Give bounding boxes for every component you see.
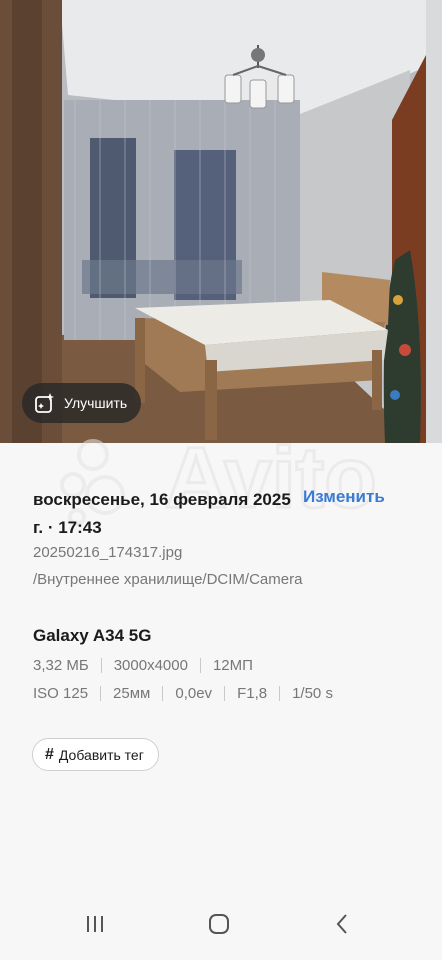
file-name: 20250216_174317.jpg xyxy=(33,544,183,561)
divider xyxy=(199,658,201,673)
exposure: 0,0ev xyxy=(175,685,213,702)
system-nav-bar xyxy=(0,895,442,960)
shutter-speed: 1/50 s xyxy=(292,685,333,702)
photo-preview[interactable]: Улучшить xyxy=(0,0,442,443)
sparkle-frame-icon xyxy=(34,392,56,414)
camera-meta-row: ISO 125 25мм 0,0ev F1,8 1/50 s xyxy=(33,685,333,702)
file-size: 3,32 МБ xyxy=(33,657,89,674)
hash-icon: # xyxy=(45,745,54,763)
edit-button[interactable]: Изменить xyxy=(303,486,385,508)
back-icon xyxy=(336,914,347,934)
add-tag-label: Добавить тег xyxy=(58,746,144,763)
aperture: F1,8 xyxy=(237,685,268,702)
date-time: воскресенье, 16 февраля 2025 г. · 17:43 xyxy=(33,490,291,537)
image-meta-row: 3,32 МБ 3000x4000 12МП xyxy=(33,657,253,674)
enhance-button[interactable]: Улучшить xyxy=(22,383,142,423)
iso: ISO 125 xyxy=(33,685,89,702)
divider xyxy=(162,686,164,701)
bedroom-photo xyxy=(0,0,442,443)
file-path: /Внутреннее хранилище/DCIM/Camera xyxy=(33,571,303,588)
home-button[interactable] xyxy=(199,909,239,939)
add-tag-button[interactable]: # Добавить тег xyxy=(32,738,159,771)
divider xyxy=(279,686,281,701)
enhance-label: Улучшить xyxy=(64,395,128,411)
back-button[interactable] xyxy=(322,909,362,939)
recent-apps-button[interactable] xyxy=(75,909,115,939)
resolution: 3000x4000 xyxy=(113,657,188,674)
focal-length: 25мм xyxy=(113,685,151,702)
megapixels: 12МП xyxy=(212,657,253,674)
home-icon xyxy=(209,914,229,934)
divider xyxy=(224,686,226,701)
device-model: Galaxy A34 5G xyxy=(33,626,152,645)
divider xyxy=(100,686,102,701)
photo-details-screen: Улучшить Avito воскресенье, 16 февраля 2… xyxy=(0,0,442,960)
recent-apps-icon xyxy=(87,916,103,932)
divider xyxy=(100,658,102,673)
